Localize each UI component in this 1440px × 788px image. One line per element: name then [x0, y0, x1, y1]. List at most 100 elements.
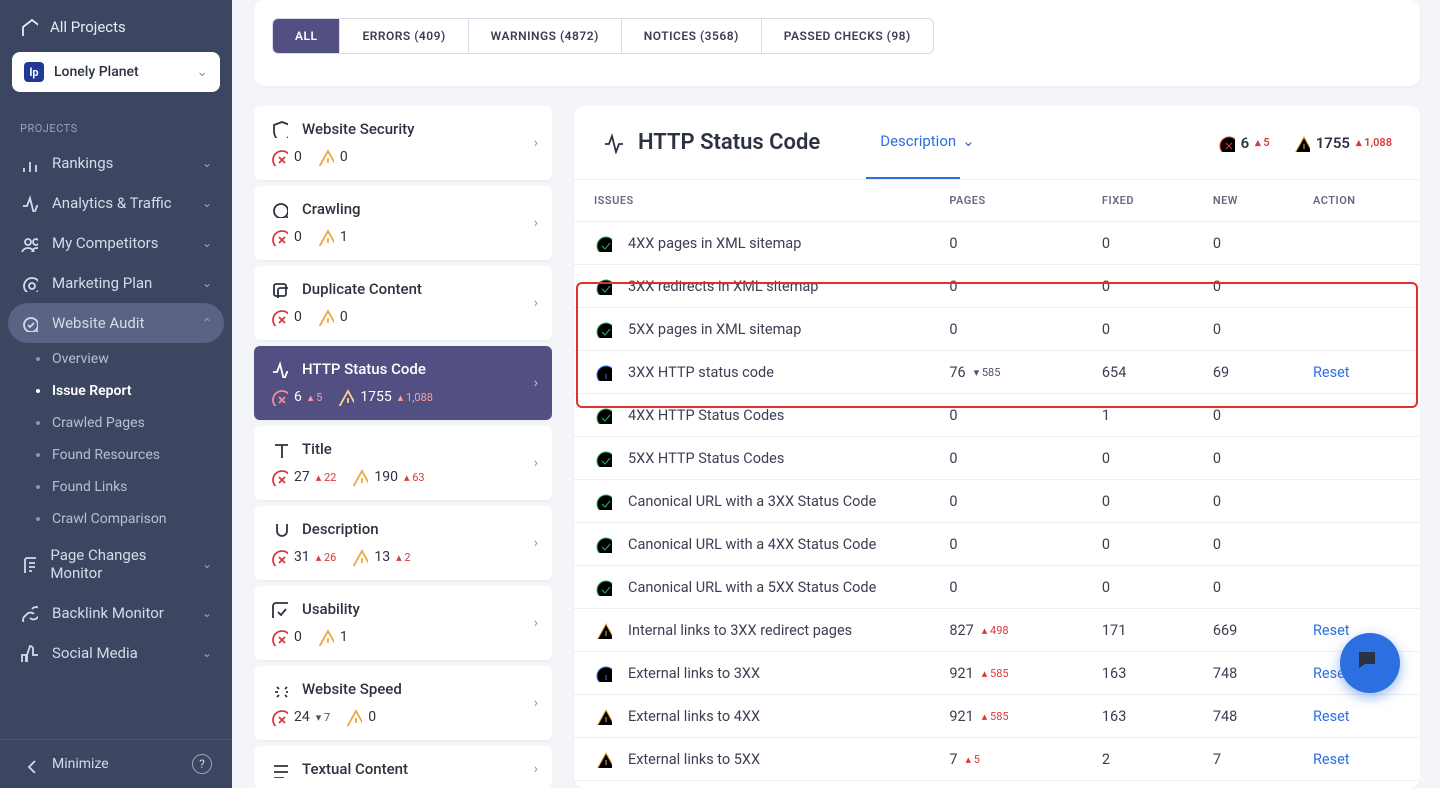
minimize-label: Minimize: [52, 756, 109, 772]
sidebar-item-marketing-plan[interactable]: Marketing Plan ⌄: [0, 263, 232, 303]
reset-link[interactable]: Reset: [1313, 751, 1350, 768]
chevron-down-icon: ⌄: [202, 236, 212, 250]
error-icon: [270, 308, 288, 326]
category-website-speed[interactable]: Website Speed 24▾ 70 ›: [254, 666, 552, 740]
issue-row[interactable]: Internal links to 3XX redirect pages 827…: [574, 609, 1420, 652]
error-icon: [270, 548, 288, 566]
sub-item-crawled-pages[interactable]: Crawled Pages: [0, 407, 232, 439]
issue-row[interactable]: Canonical URL with a 4XX Status Code 0 0…: [574, 523, 1420, 566]
fixed-value: 0: [1082, 222, 1193, 265]
issue-name: Canonical URL with a 5XX Status Code: [628, 579, 876, 596]
sidebar-item-backlink-monitor[interactable]: Backlink Monitor ⌄: [0, 593, 232, 633]
pages-value: 921 ▴ 585: [949, 708, 1062, 725]
project-selector[interactable]: lp Lonely Planet ⌄: [12, 52, 220, 92]
sidebar-item-website-audit[interactable]: Website Audit ⌃: [8, 303, 224, 343]
pages-delta: ▴ 585: [982, 710, 1009, 723]
warn-icon: [594, 707, 612, 725]
fixed-value: 1: [1082, 394, 1193, 437]
category-http-status-code[interactable]: HTTP Status Code 6▴ 51755▴ 1,088 ›: [254, 346, 552, 420]
issue-row[interactable]: 4XX HTTP Status Codes 0 1 0: [574, 394, 1420, 437]
category-duplicate-content[interactable]: Duplicate Content 00 ›: [254, 266, 552, 340]
category-description[interactable]: Description 31▴ 2613▴ 2 ›: [254, 506, 552, 580]
warn-icon: [594, 750, 612, 768]
help-icon[interactable]: ?: [192, 754, 212, 774]
bullet-icon: [36, 421, 40, 425]
reset-link[interactable]: Reset: [1313, 622, 1350, 639]
sidebar-item-rankings[interactable]: Rankings ⌄: [0, 143, 232, 183]
issue-row[interactable]: 4XX pages in XML sitemap 0 0 0: [574, 222, 1420, 265]
sub-item-found-resources[interactable]: Found Resources: [0, 439, 232, 471]
category-website-security[interactable]: Website Security 00 ›: [254, 106, 552, 180]
sub-item-crawl-comparison[interactable]: Crawl Comparison: [0, 503, 232, 535]
sidebar-item-page-changes-monitor[interactable]: Page Changes Monitor ⌄: [0, 535, 232, 593]
issue-row[interactable]: External links to 4XX 921 ▴ 585 163 748 …: [574, 695, 1420, 738]
chevron-down-icon: ⌄: [202, 156, 212, 170]
chat-icon: [1355, 648, 1385, 678]
issue-name: Canonical URL with a 4XX Status Code: [628, 536, 876, 553]
sidebar-item-my-competitors[interactable]: My Competitors ⌄: [0, 223, 232, 263]
pages-delta: ▴ 498: [982, 624, 1009, 637]
tab-all[interactable]: ALL: [273, 19, 340, 53]
warning-icon: [316, 308, 334, 326]
sidebar-item-analytics-traffic[interactable]: Analytics & Traffic ⌄: [0, 183, 232, 223]
issue-row[interactable]: 3XX HTTP status code 76 ▾ 585 654 69 Res…: [574, 351, 1420, 394]
nav-all-projects[interactable]: All Projects: [12, 12, 220, 42]
category-usability[interactable]: Usability 01 ›: [254, 586, 552, 660]
issue-row[interactable]: External links to 5XX 7 ▴ 5 2 7 Reset: [574, 738, 1420, 781]
shield-icon: [270, 120, 288, 138]
issue-row[interactable]: Canonical URL with a 5XX Status Code 0 0…: [574, 566, 1420, 609]
issue-row[interactable]: 3XX redirects in XML sitemap 0 0 0: [574, 265, 1420, 308]
tab-notices-[interactable]: NOTICES (3568): [622, 19, 762, 53]
fixed-value: 163: [1082, 652, 1193, 695]
issue-row[interactable]: 5XX HTTP Status Codes 0 0 0: [574, 437, 1420, 480]
view-mode-dropdown[interactable]: Description ⌄: [880, 132, 975, 154]
tab-errors-[interactable]: ERRORS (409): [340, 19, 468, 53]
category-title[interactable]: Title 27▴ 22190▴ 63 ›: [254, 426, 552, 500]
home-icon: [20, 18, 38, 36]
sub-item-found-links[interactable]: Found Links: [0, 471, 232, 503]
chat-fab[interactable]: [1340, 633, 1400, 693]
underline-icon: [270, 520, 288, 538]
pages-value: 0: [949, 536, 1062, 553]
sidebar-item-label: Analytics & Traffic: [52, 194, 172, 212]
sub-item-overview[interactable]: Overview: [0, 343, 232, 375]
text-icon: [270, 760, 288, 778]
users-icon: [20, 234, 38, 252]
sidebar-item-social-media[interactable]: Social Media ⌄: [0, 633, 232, 673]
chevron-down-icon: ⌄: [202, 606, 212, 620]
reset-link[interactable]: Reset: [1313, 708, 1350, 725]
sub-item-issue-report[interactable]: Issue Report: [0, 375, 232, 407]
info-icon: [594, 664, 612, 682]
category-crawling[interactable]: Crawling 01 ›: [254, 186, 552, 260]
page-icon: [20, 555, 36, 573]
error-icon: [270, 388, 288, 406]
issue-row[interactable]: Canonical URL with a 3XX Status Code 0 0…: [574, 480, 1420, 523]
category-textual-content[interactable]: Textual Content ›: [254, 746, 552, 788]
chevron-down-icon: ⌄: [202, 557, 212, 571]
new-value: 748: [1193, 695, 1293, 738]
issue-name: Canonical URL with a 3XX Status Code: [628, 493, 876, 510]
chevron-right-icon: ›: [534, 215, 538, 231]
issue-row[interactable]: External links to 3XX 921 ▴ 585 163 748 …: [574, 652, 1420, 695]
category-title: Website Security: [302, 120, 415, 138]
minimize-button[interactable]: Minimize ?: [0, 739, 232, 788]
chevron-down-icon: ⌄: [962, 132, 975, 150]
warning-icon: [316, 628, 334, 646]
tab-passed-checks-[interactable]: PASSED CHECKS (98): [762, 19, 933, 53]
info-icon: [594, 363, 612, 381]
search-icon: [270, 200, 288, 218]
category-title: Description: [302, 520, 379, 538]
new-value: 0: [1193, 308, 1293, 351]
reset-link[interactable]: Reset: [1313, 364, 1350, 381]
col-new: NEW: [1193, 180, 1293, 222]
error-icon: [270, 468, 288, 486]
new-value: 669: [1193, 609, 1293, 652]
sidebar-item-label: Website Audit: [52, 314, 144, 332]
pages-value: 827 ▴ 498: [949, 622, 1062, 639]
chevron-right-icon: ›: [534, 375, 538, 391]
ok-icon: [594, 578, 612, 596]
pages-value: 0: [949, 235, 1062, 252]
issue-row[interactable]: 5XX pages in XML sitemap 0 0 0: [574, 308, 1420, 351]
tab-warnings-[interactable]: WARNINGS (4872): [469, 19, 622, 53]
fixed-value: 2: [1082, 738, 1193, 781]
